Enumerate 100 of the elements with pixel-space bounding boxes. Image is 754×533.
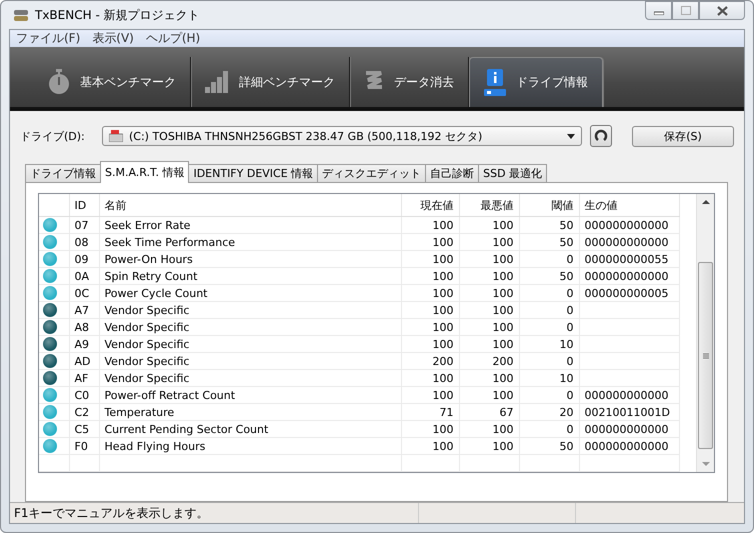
table-cell: 50 [519, 234, 579, 250]
table-cell: 50 [519, 438, 579, 454]
tab[interactable]: SSD 最適化 [478, 164, 548, 182]
table-cell: 0 [519, 302, 579, 318]
column-header[interactable]: 名前 [99, 194, 401, 216]
table-cell: 000000000000 [579, 386, 679, 404]
close-button[interactable] [699, 1, 745, 20]
minimize-button[interactable] [645, 1, 672, 20]
table-cell: Power-On Hours [99, 250, 401, 268]
table-cell: 100 [401, 420, 459, 438]
table-cell: Vendor Specific [99, 370, 401, 386]
save-button[interactable]: 保存(S) [632, 126, 734, 146]
menu-item[interactable]: ファイル(F) [16, 30, 80, 47]
table-cell: AD [69, 352, 99, 370]
table-cell: A7 [69, 302, 99, 318]
table-cell: 10 [519, 370, 579, 386]
table-cell: Head Flying Hours [99, 438, 401, 454]
table-cell: 000000000005 [579, 284, 679, 302]
column-header[interactable]: 生の値 [579, 194, 679, 216]
drive-label: ドライブ(D): [20, 128, 86, 144]
window-title: TxBENCH - 新規プロジェクト [35, 6, 200, 24]
column-header[interactable]: 閾値 [519, 194, 579, 216]
table-cell: 100 [401, 318, 459, 336]
dropdown-arrow-icon [567, 134, 575, 138]
table-cell: Spin Retry Count [99, 268, 401, 284]
table-cell: 100 [459, 370, 519, 386]
table-cell: C5 [69, 420, 99, 438]
table-cell: 200 [401, 352, 459, 370]
table-cell: 20 [519, 404, 579, 420]
table-cell: Vendor Specific [99, 352, 401, 370]
toolbar-button[interactable]: 詳細ベンチマーク [191, 57, 350, 107]
table-cell: Seek Error Rate [99, 216, 401, 234]
table-cell: 0A [69, 268, 99, 284]
table-cell: 08 [69, 234, 99, 250]
scrollbar[interactable] [696, 194, 714, 472]
stopwatch-icon [48, 69, 70, 95]
menu-item[interactable]: 表示(V) [92, 30, 134, 47]
table-cell: 000000000055 [579, 250, 679, 268]
refresh-icon [594, 129, 608, 143]
table-cell: 100 [401, 216, 459, 234]
drive-icon [109, 130, 123, 142]
table-cell: 100 [401, 302, 459, 318]
column-header[interactable]: ID [69, 194, 99, 216]
table-cell: 100 [459, 216, 519, 234]
table-cell: Vendor Specific [99, 302, 401, 318]
table-cell: A9 [69, 336, 99, 352]
table-cell: 100 [459, 268, 519, 284]
table-cell: 100 [401, 336, 459, 352]
toolbar-button[interactable]: 基本ベンチマーク [34, 57, 191, 107]
tab[interactable]: IDENTIFY DEVICE 情報 [188, 164, 318, 182]
table-cell: 100 [401, 250, 459, 268]
tab[interactable]: ドライブ情報 [25, 164, 101, 182]
menu-item[interactable]: ヘルプ(H) [146, 30, 200, 47]
table-cell: 100 [459, 438, 519, 454]
table-cell: Vendor Specific [99, 336, 401, 352]
table-cell: 100 [459, 318, 519, 336]
table-cell: 100 [401, 284, 459, 302]
drive-dropdown[interactable]: (C:) TOSHIBA THNSNH256GBST 238.47 GB (500,118,192 セクタ) [102, 126, 582, 146]
table-cell: A8 [69, 318, 99, 336]
table-cell: 10 [519, 336, 579, 352]
toolbar-button[interactable]: ドライブ情報 [469, 57, 603, 107]
tab[interactable]: S.M.A.R.T. 情報 [100, 161, 190, 183]
table-cell: 000000000000 [579, 234, 679, 250]
table-cell: 100 [401, 268, 459, 284]
table-cell: C0 [69, 386, 99, 404]
table-cell: Current Pending Sector Count [99, 420, 401, 438]
table-cell: 0 [519, 284, 579, 302]
table-cell: 07 [69, 216, 99, 234]
table-cell: C2 [69, 404, 99, 420]
tab[interactable]: ディスクエディット [317, 164, 426, 182]
table-cell: F0 [69, 438, 99, 454]
table-cell: 0 [519, 386, 579, 404]
table-cell: 50 [519, 268, 579, 284]
tab[interactable]: 自己診断 [425, 164, 480, 182]
table-cell: 100 [459, 336, 519, 352]
table-cell: 000000000000 [579, 438, 679, 454]
table-cell: 100 [401, 234, 459, 250]
table-cell: 71 [401, 404, 459, 420]
table-cell: Vendor Specific [99, 318, 401, 336]
column-header[interactable]: 現在値 [401, 194, 459, 216]
table-cell: 000000000000 [579, 420, 679, 438]
table-cell: 000000000000 [579, 216, 679, 234]
table-cell: 50 [519, 216, 579, 234]
maximize-icon [680, 6, 690, 15]
column-header[interactable]: 最悪値 [459, 194, 519, 216]
table-cell: 200 [459, 352, 519, 370]
table-cell: 100 [401, 370, 459, 386]
app-icon [13, 8, 29, 22]
table-cell: Seek Time Performance [99, 234, 401, 250]
status-text: F1キーでマニュアルを表示します。 [10, 503, 419, 523]
drive-info-icon [484, 68, 506, 96]
table-cell: 100 [459, 420, 519, 438]
bar-chart-icon [205, 71, 229, 93]
table-cell: 0 [519, 250, 579, 268]
table-cell: Power-off Retract Count [99, 386, 401, 404]
table-cell: Power Cycle Count [99, 284, 401, 302]
refresh-button[interactable] [590, 125, 612, 147]
table-cell: 100 [401, 386, 459, 404]
table-cell: 100 [459, 234, 519, 250]
close-icon [716, 6, 728, 16]
